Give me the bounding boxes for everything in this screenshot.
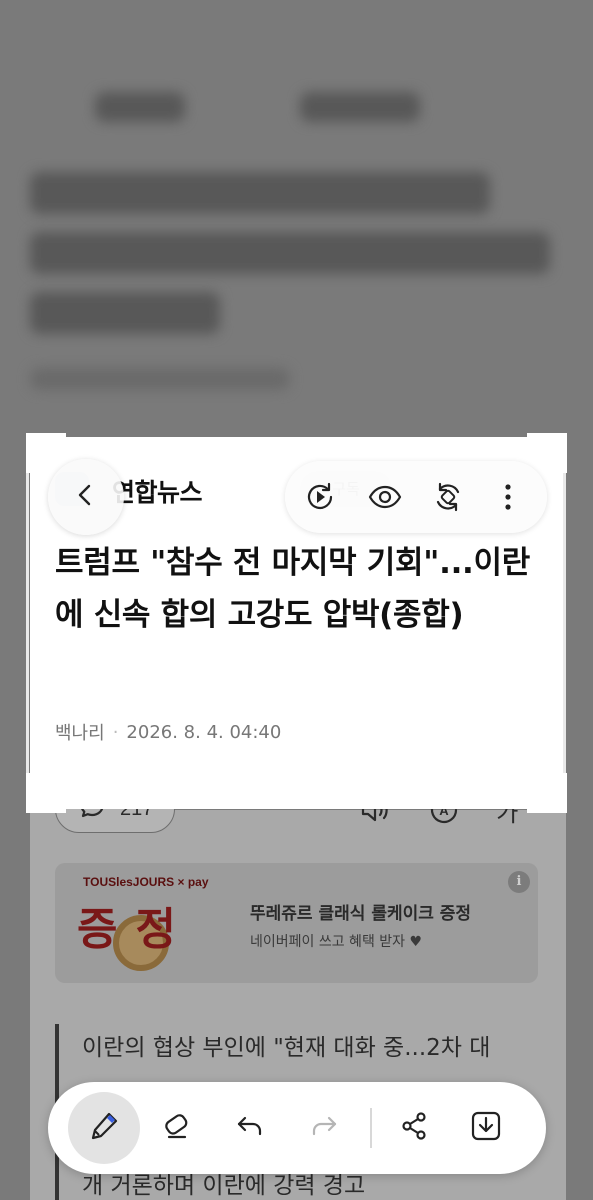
crop-edge-right[interactable] <box>563 470 566 775</box>
article-summary-line: 이란의 협상 부인에 "현재 대화 중...2차 대 <box>82 1035 491 1061</box>
crop-selection[interactable]: 연합뉴스 구독 트럼프 "참수 전 마지막 기회"...이란에 신속 합의 고강… <box>30 437 564 809</box>
crop-handle-bottom-right[interactable] <box>527 773 567 813</box>
ad-big-text: 증정 <box>77 904 194 955</box>
eraser-icon <box>160 1110 192 1146</box>
meta-separator: · <box>112 721 119 743</box>
article-meta: 백나리 · 2026. 8. 4. 04:40 <box>55 719 281 745</box>
share-button[interactable] <box>384 1098 444 1158</box>
pen-icon <box>87 1109 121 1147</box>
pen-tool-button[interactable] <box>68 1092 140 1164</box>
crop-handle-top-right[interactable] <box>527 433 567 473</box>
publish-date: 2026. 8. 4. 04:40 <box>126 721 282 743</box>
toolbar-divider <box>370 1108 372 1148</box>
redo-icon <box>308 1110 340 1146</box>
share-icon <box>398 1110 430 1146</box>
play-circle-icon[interactable] <box>300 477 340 517</box>
edit-toolbar <box>48 1082 546 1174</box>
eye-icon[interactable] <box>365 477 405 517</box>
save-button[interactable] <box>456 1098 516 1158</box>
ad-title: 뚜레쥬르 클래식 롤케이크 증정 <box>250 904 472 924</box>
crop-handle-bottom-left[interactable] <box>26 773 66 813</box>
eraser-tool-button[interactable] <box>146 1098 206 1158</box>
ad-info-icon[interactable]: i <box>508 871 530 893</box>
chevron-left-icon <box>72 481 100 513</box>
undo-button[interactable] <box>220 1098 280 1158</box>
crop-handle-top-left[interactable] <box>26 433 66 473</box>
ad-subtitle: 네이버페이 쓰고 혜택 받자 ♥ <box>250 934 423 950</box>
brand-name: 연합뉴스 <box>112 478 203 507</box>
download-icon <box>469 1109 503 1147</box>
article-headline: 트럼프 "참수 전 마지막 기회"...이란에 신속 합의 고강도 압박(종합) <box>55 545 530 633</box>
undo-icon <box>234 1110 266 1146</box>
author-name[interactable]: 백나리 <box>55 719 105 745</box>
ad-banner[interactable]: TOUSlesJOURS × pay 증정 뚜레쥬르 클래식 롤케이크 증정 네… <box>55 863 538 983</box>
more-vertical-icon[interactable] <box>488 477 528 517</box>
crop-edge-left[interactable] <box>26 470 29 775</box>
redo-button[interactable] <box>294 1098 354 1158</box>
rotate-icon[interactable] <box>428 477 468 517</box>
ad-brand: TOUSlesJOURS × pay <box>83 875 209 889</box>
